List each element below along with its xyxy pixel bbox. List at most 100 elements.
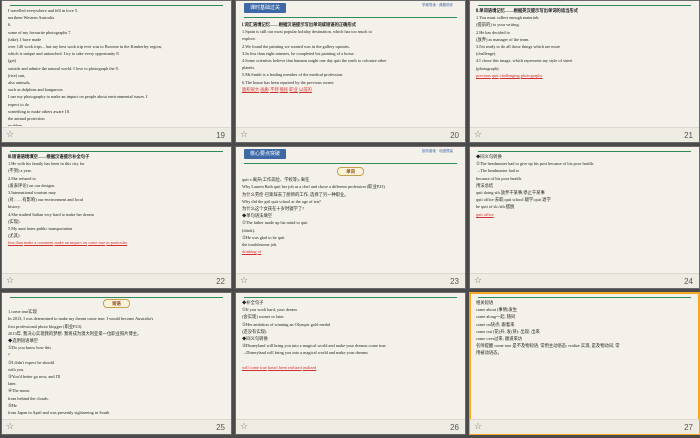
- text-line: explore.: [242, 36, 256, 42]
- answer-blank: come true: [88, 240, 106, 246]
- text-line: 5.Mr.Smith is a leading member of the me…: [242, 72, 344, 78]
- divider-line: [478, 5, 691, 6]
- text-line: ◆补全句子: [242, 300, 264, 305]
- slide-header-bar: 核心要点突破 剖析重难 · 巩固提高: [236, 147, 465, 161]
- star-icon[interactable]: ☆: [240, 276, 248, 286]
- slide-thumbnail-24[interactable]: ◆同义句转换 ①The headmaster had to give up his…: [469, 146, 700, 289]
- slide-thumbnail-26[interactable]: ◆补全句子 ①If you work hard, your dream (会实现) …: [235, 292, 466, 435]
- text-line: expect to do: [8, 101, 29, 107]
- text-line: ◆选用短语填空: [8, 338, 39, 344]
- text-line: the animal protection: [8, 116, 45, 122]
- slide-number: 24: [684, 277, 693, 286]
- slide-content: Ⅱ.单词语境记忆——根据英汉提示写出单词的适当形式 1.You must coll…: [476, 7, 693, 126]
- text-line: later.: [8, 381, 17, 387]
- text-line: 6.The house has been repaired by the pre…: [242, 79, 335, 85]
- slide-content: 短语 1.come true实现 In 2013, I was determined…: [8, 299, 225, 418]
- text-line: (photograph).: [476, 65, 500, 71]
- slide-section-title: Ⅱ.单词语境记忆——根据英汉提示写出单词的适当形式: [476, 8, 579, 13]
- text-line: 2.She refused to: [8, 175, 36, 181]
- text-line: (challenge).: [476, 51, 497, 57]
- answer-blank: quit: [491, 72, 499, 78]
- text-line: ①Do you know how this: [8, 345, 52, 351]
- text-line: some of my favourite photographs 7.: [8, 29, 72, 35]
- slide-content: I travelled everywhere and fell in love …: [8, 7, 225, 126]
- slide-thumbnail-23[interactable]: 核心要点突破 剖析重难 · 巩固提高单词 quit v.离开(工作岗位、学校等); …: [235, 146, 466, 289]
- answer-blank: 殖民: [279, 86, 289, 92]
- text-line: (放弃) as manager of the team.: [476, 36, 530, 42]
- text-line: 4.I chose this image, which represents m…: [476, 58, 573, 64]
- answer-blank: quit office: [476, 211, 494, 217]
- star-icon[interactable]: ☆: [6, 130, 14, 140]
- text-line: also animals,: [8, 80, 31, 86]
- slide-thumbnail-20[interactable]: 课时基础过关 学案导读 · 典题测评 Ⅰ.词汇语境记忆——根据汉语提示写出单词或短语…: [235, 0, 466, 143]
- divider-line: [244, 163, 457, 164]
- slide-thumbnail-25[interactable]: 短语 1.come true实现 In 2013, I was determined…: [1, 292, 232, 435]
- text-line: ◆单句语法填空: [242, 213, 273, 219]
- divider-line: [10, 297, 223, 298]
- slide-footer: ☆ 22: [2, 273, 231, 288]
- text-line: 4.Some scientists believe that humans mi…: [242, 58, 387, 64]
- answer-blank: will come true: [242, 364, 267, 370]
- answer-blank: 画廊: [260, 86, 269, 92]
- slide-thumbnail-22[interactable]: Ⅲ.短语语境填空——根据汉语提示补全句子 1.He with his family…: [1, 146, 232, 289]
- text-line: which is unique and untouched. I try to …: [8, 51, 120, 57]
- star-icon[interactable]: ☆: [474, 130, 482, 140]
- text-line: 用法总结: [476, 182, 494, 188]
- slide-thumbnail-27[interactable]: 相关短语 come about (事情)发生 come along一起, 随同 com…: [469, 292, 700, 435]
- text-line: come on快点; 跟着来: [476, 321, 515, 327]
- answer-blank: 面积很大: [242, 86, 260, 92]
- slide-number: 23: [450, 277, 459, 286]
- section-tag: 核心要点突破: [244, 149, 287, 159]
- text-line: quit doing sth.放弃干某事,停止干某事: [476, 190, 545, 196]
- answer-blank: make a comment: [24, 240, 54, 246]
- text-line: from behind the clouds.: [8, 395, 49, 401]
- text-line: (不到) a year.: [8, 168, 32, 174]
- star-icon[interactable]: ☆: [6, 276, 14, 286]
- text-line: 3.International tourism may: [8, 190, 56, 196]
- slide-footer: ☆ 27: [470, 419, 699, 434]
- divider-line: [478, 297, 691, 298]
- star-icon[interactable]: ☆: [474, 422, 482, 432]
- slide-content: 相关短语 come about (事情)发生 come along一起, 随同 com…: [476, 299, 693, 418]
- star-icon[interactable]: ☆: [6, 422, 14, 432]
- text-line: ⑤He: [8, 402, 17, 408]
- star-icon[interactable]: ☆: [474, 276, 482, 286]
- text-line: outside and admire the natural world. I …: [8, 65, 119, 71]
- slide-content: 单词 quit v.离开(工作岗位、学校等); 离任 Why Lauren Bath…: [242, 167, 459, 272]
- star-icon[interactable]: ☆: [240, 130, 248, 140]
- text-line: come over过来; 顺道来访: [476, 336, 523, 342]
- slide-footer: ☆ 20: [236, 127, 465, 142]
- text-line: 3.I'm ready to do all those things which…: [476, 44, 561, 50]
- text-line: 1.come true实现: [8, 309, 37, 315]
- text-line: ①If you work hard, your dream: [242, 307, 297, 313]
- text-line: 为什么这个女孩在十岁时辍学了?: [242, 206, 305, 212]
- text-line: ③You'd better go now, and I'll: [8, 374, 61, 380]
- text-line: the troublesome job.: [242, 242, 278, 248]
- divider-line: [478, 151, 691, 152]
- text-line: 1.He with his family has been in this ci…: [8, 161, 85, 167]
- text-line: come about (事情)发生: [476, 307, 518, 313]
- text-line: 相关短语: [476, 300, 494, 305]
- divider-line: [244, 297, 457, 298]
- text-line: ?: [8, 352, 10, 358]
- text-line: be quit of sb./sth.摆脱: [476, 204, 515, 210]
- answer-blank: previous: [476, 72, 491, 78]
- slide-thumbnail-21[interactable]: Ⅱ.单词语境记忆——根据英汉提示写出单词的适当形式 1.You must coll…: [469, 0, 700, 143]
- slide-thumbnail-19[interactable]: I travelled everywhere and fell in love …: [1, 0, 232, 143]
- star-icon[interactable]: ☆: [240, 422, 248, 432]
- text-line: 名师提醒 come true 是不及物短语, 常用主动语态; realize 实…: [476, 343, 620, 349]
- slide-number: 21: [684, 131, 693, 140]
- text-line: I use my photography to make an impact o…: [8, 94, 148, 100]
- text-line: ◆同义句转换: [242, 336, 268, 342]
- text-line: problem.: [8, 123, 24, 126]
- text-line: (尤其).: [8, 233, 21, 239]
- slide-number: 25: [216, 423, 225, 432]
- header-right-text: 学案导读 · 典题测评: [421, 3, 453, 7]
- text-line: 2.We found the painting we wanted was in…: [242, 43, 351, 49]
- answer-blank: hasn't been realized: [267, 364, 302, 370]
- slide-content: ◆补全句子 ①If you work hard, your dream (会实现) …: [242, 299, 459, 418]
- section-badge: 单词: [337, 167, 364, 177]
- text-line: 5.My aunt hates public transportation: [8, 226, 73, 232]
- text-line: from Japan in April and was presently si…: [8, 410, 110, 416]
- text-line: →The headmaster had to: [476, 168, 520, 174]
